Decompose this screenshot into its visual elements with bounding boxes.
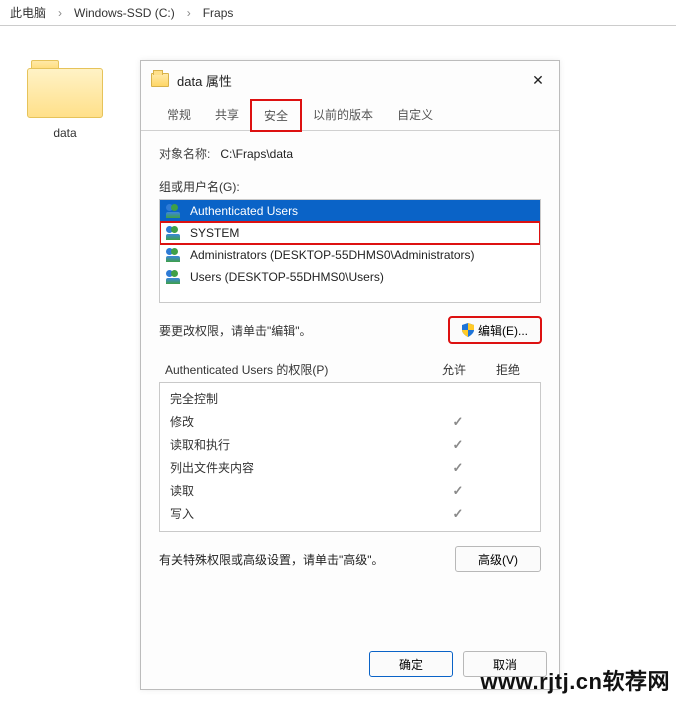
permission-row: 修改✓ xyxy=(160,410,540,433)
advanced-button-label: 高级(V) xyxy=(478,551,518,568)
security-tab-pane: 对象名称: C:\Fraps\data 组或用户名(G): Authentica… xyxy=(141,131,559,641)
permission-row: 列出文件夹内容✓ xyxy=(160,456,540,479)
permission-allow: ✓ xyxy=(434,437,482,453)
watermark-text: www.rjtj.cn软荐网 xyxy=(480,664,670,696)
object-name-label: 对象名称: xyxy=(159,145,210,162)
permission-name: 修改 xyxy=(170,413,434,430)
groups-label: 组或用户名(G): xyxy=(159,178,541,195)
permission-row: 读取和执行✓ xyxy=(160,433,540,456)
group-item[interactable]: Authenticated Users xyxy=(160,200,540,222)
advanced-hint: 有关特殊权限或高级设置，请单击"高级"。 xyxy=(159,551,384,568)
tab-共享[interactable]: 共享 xyxy=(203,100,251,131)
group-item[interactable]: SYSTEM xyxy=(160,222,540,244)
breadcrumb: 此电脑 › Windows-SSD (C:) › Fraps xyxy=(0,0,676,26)
users-icon xyxy=(166,226,184,240)
group-item-label: SYSTEM xyxy=(190,226,239,240)
tab-以前的版本[interactable]: 以前的版本 xyxy=(301,100,385,131)
permission-name: 读取 xyxy=(170,482,434,499)
group-item-label: Users (DESKTOP-55DHMS0\Users) xyxy=(190,270,384,284)
users-icon xyxy=(166,248,184,262)
tab-安全[interactable]: 安全 xyxy=(251,100,301,131)
breadcrumb-item[interactable]: 此电脑 xyxy=(10,4,46,21)
permission-name: 读取和执行 xyxy=(170,436,434,453)
shield-icon xyxy=(462,323,474,337)
folder-item-data[interactable]: data xyxy=(20,60,110,140)
dialog-titlebar: data 属性 ✕ xyxy=(141,61,559,99)
users-icon xyxy=(166,270,184,284)
group-item[interactable]: Administrators (DESKTOP-55DHMS0\Administ… xyxy=(160,244,540,266)
ok-button[interactable]: 确定 xyxy=(369,651,453,677)
group-item-label: Authenticated Users xyxy=(190,204,298,218)
group-item[interactable]: Users (DESKTOP-55DHMS0\Users) xyxy=(160,266,540,288)
properties-dialog: data 属性 ✕ 常规共享安全以前的版本自定义 对象名称: C:\Fraps\… xyxy=(140,60,560,690)
edit-button[interactable]: 编辑(E)... xyxy=(449,317,541,343)
perm-header-deny: 拒绝 xyxy=(481,361,535,378)
group-item-label: Administrators (DESKTOP-55DHMS0\Administ… xyxy=(190,248,475,262)
permission-row: 读取✓ xyxy=(160,479,540,502)
tab-自定义[interactable]: 自定义 xyxy=(385,100,445,131)
permission-name: 写入 xyxy=(170,505,434,522)
folder-icon xyxy=(151,73,169,87)
permission-name: 列出文件夹内容 xyxy=(170,459,434,476)
ok-button-label: 确定 xyxy=(399,656,423,673)
folder-icon xyxy=(27,60,103,118)
edit-hint: 要更改权限，请单击"编辑"。 xyxy=(159,322,312,339)
tab-常规[interactable]: 常规 xyxy=(155,100,203,131)
breadcrumb-item[interactable]: Fraps xyxy=(203,6,234,20)
object-path: C:\Fraps\data xyxy=(220,147,293,161)
breadcrumb-sep: › xyxy=(187,6,191,20)
permission-allow: ✓ xyxy=(434,506,482,522)
dialog-title: data 属性 xyxy=(177,71,519,90)
breadcrumb-item[interactable]: Windows-SSD (C:) xyxy=(74,6,175,20)
permission-name: 完全控制 xyxy=(170,390,434,407)
permissions-list[interactable]: 完全控制修改✓读取和执行✓列出文件夹内容✓读取✓写入✓ xyxy=(159,382,541,532)
group-users-list[interactable]: Authenticated Users SYSTEM Administrators … xyxy=(159,199,541,303)
tab-strip: 常规共享安全以前的版本自定义 xyxy=(141,99,559,131)
users-icon xyxy=(166,204,184,218)
perm-header-allow: 允许 xyxy=(427,361,481,378)
advanced-button[interactable]: 高级(V) xyxy=(455,546,541,572)
edit-button-label: 编辑(E)... xyxy=(478,322,528,339)
permission-row: 写入✓ xyxy=(160,502,540,525)
close-button[interactable]: ✕ xyxy=(527,69,549,91)
permission-allow: ✓ xyxy=(434,414,482,430)
folder-label: data xyxy=(20,126,110,140)
permission-allow: ✓ xyxy=(434,460,482,476)
permission-row: 完全控制 xyxy=(160,387,540,410)
breadcrumb-sep: › xyxy=(58,6,62,20)
perm-header-name: Authenticated Users 的权限(P) xyxy=(165,361,427,378)
permission-allow: ✓ xyxy=(434,483,482,499)
